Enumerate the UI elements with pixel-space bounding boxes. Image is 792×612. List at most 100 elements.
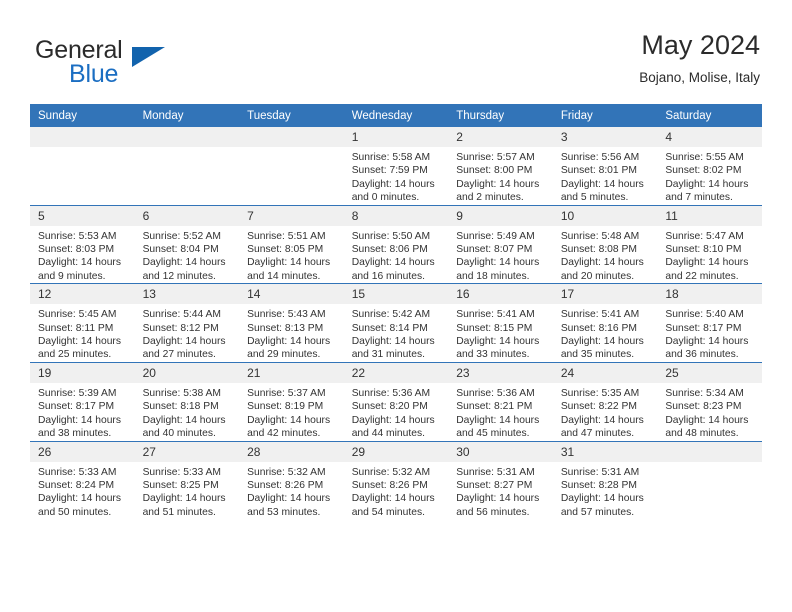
daylight-text-line1: Daylight: 14 hours: [665, 336, 749, 348]
sunset-text: Sunset: 8:23 PM: [665, 401, 742, 413]
day-number: 4: [657, 127, 762, 147]
day-details: Sunrise: 5:48 AM Sunset: 8:08 PM Daylight:…: [553, 226, 658, 284]
calendar-grid: Sunday Monday Tuesday Wednesday Thursday Frid…: [30, 104, 762, 520]
day-cell[interactable]: 3 Sunrise: 5:56 AM Sunset: 8:01 PM Daylight…: [552, 127, 658, 206]
day-cell[interactable]: 23 Sunrise: 5:36 AM Sunset: 8:21 PM Dayligh…: [448, 361, 553, 441]
day-cell[interactable]: 6 Sunrise: 5:52 AM Sunset: 8:04 PM Daylight…: [134, 204, 240, 284]
daylight-text-line1: Daylight: 14 hours: [247, 414, 331, 426]
day-details: Sunrise: 5:32 AM Sunset: 8:26 PM Daylight:…: [344, 462, 449, 520]
day-details: Sunrise: 5:34 AM Sunset: 8:23 PM Daylight:…: [657, 383, 762, 441]
day-cell[interactable]: 20 Sunrise: 5:38 AM Sunset: 8:18 PM Dayligh…: [134, 361, 240, 441]
sunset-text: Sunset: 8:22 PM: [560, 401, 637, 413]
day-details: Sunrise: 5:32 AM Sunset: 8:26 PM Daylight:…: [239, 462, 344, 520]
day-cell[interactable]: 2 Sunrise: 5:57 AM Sunset: 8:00 PM Daylight…: [448, 127, 553, 206]
day-cell[interactable]: 21 Sunrise: 5:37 AM Sunset: 8:19 PM Dayligh…: [239, 361, 344, 441]
day-details: Sunrise: 5:49 AM Sunset: 8:07 PM Daylight:…: [448, 226, 553, 284]
day-number: 17: [552, 284, 658, 305]
daylight-text-line1: Daylight: 14 hours: [560, 493, 644, 505]
daylight-text-line1: Daylight: 14 hours: [38, 336, 121, 348]
sunrise-text: Sunrise: 5:56 AM: [560, 152, 640, 163]
daylight-text-line1: Daylight: 14 hours: [142, 336, 226, 348]
sunrise-text: Sunrise: 5:41 AM: [560, 309, 640, 321]
daylight-text-line2: and 12 minutes.: [142, 270, 216, 282]
day-cell[interactable]: 22 Sunrise: 5:36 AM Sunset: 8:20 PM Dayligh…: [343, 361, 449, 441]
sunrise-text: Sunrise: 5:48 AM: [560, 230, 640, 242]
sunrise-text: Sunrise: 5:32 AM: [247, 466, 326, 478]
day-number: 28: [239, 441, 344, 462]
calendar-table: Sunday Monday Tuesday Wednesday Thursday Frid…: [30, 104, 762, 520]
day-cell[interactable]: 29 Sunrise: 5:32 AM Sunset: 8:26 PM Dayligh…: [343, 440, 449, 520]
day-cell[interactable]: 19 Sunrise: 5:39 AM Sunset: 8:17 PM Dayligh…: [30, 361, 135, 441]
day-cell[interactable]: 5 Sunrise: 5:53 AM Sunset: 8:03 PM Daylight…: [30, 204, 135, 284]
general-blue-logo[interactable]: General Blue: [35, 36, 235, 92]
day-details: Sunrise: 5:57 AM Sunset: 8:00 PM Daylight:…: [448, 147, 553, 205]
daylight-text-line1: Daylight: 14 hours: [142, 257, 226, 269]
daylight-text-line2: and 0 minutes.: [351, 192, 420, 204]
page-title: May 2024: [641, 30, 760, 60]
calendar-week-row: 12 Sunrise: 5:45 AM Sunset: 8:11 PM Dayligh…: [30, 283, 762, 363]
logo-triangle-icon: [132, 47, 165, 67]
day-cell[interactable]: 27 Sunrise: 5:33 AM Sunset: 8:25 PM Dayligh…: [134, 440, 240, 520]
day-cell[interactable]: 15 Sunrise: 5:42 AM Sunset: 8:14 PM Dayligh…: [343, 283, 449, 363]
day-details: Sunrise: 5:52 AM Sunset: 8:04 PM Daylight:…: [135, 226, 240, 284]
weekday-header-thursday: Thursday: [448, 104, 553, 127]
day-cell[interactable]: 24 Sunrise: 5:35 AM Sunset: 8:22 PM Dayligh…: [552, 361, 658, 441]
daylight-text-line1: Daylight: 14 hours: [351, 178, 435, 190]
sunset-text: Sunset: 8:10 PM: [665, 244, 742, 256]
daylight-text-line2: and 31 minutes.: [351, 349, 425, 361]
daylight-text-line1: Daylight: 14 hours: [142, 414, 226, 426]
day-number: [239, 127, 344, 147]
day-cell[interactable]: 10 Sunrise: 5:48 AM Sunset: 8:08 PM Dayligh…: [552, 204, 658, 284]
sunrise-text: Sunrise: 5:42 AM: [351, 309, 431, 321]
day-number: 31: [552, 441, 658, 462]
daylight-text-line2: and 27 minutes.: [142, 349, 216, 361]
daylight-text-line2: and 29 minutes.: [247, 349, 321, 361]
daylight-text-line1: Daylight: 14 hours: [247, 336, 331, 348]
sunrise-text: Sunrise: 5:55 AM: [665, 152, 744, 163]
sunset-text: Sunset: 8:12 PM: [142, 322, 219, 334]
day-cell[interactable]: 8 Sunrise: 5:50 AM Sunset: 8:06 PM Daylight…: [343, 204, 449, 284]
day-cell[interactable]: 17 Sunrise: 5:41 AM Sunset: 8:16 PM Dayligh…: [552, 283, 658, 363]
calendar-week-row: 1 Sunrise: 5:58 AM Sunset: 7:59 PM Daylight…: [30, 127, 762, 206]
daylight-text-line1: Daylight: 14 hours: [247, 493, 331, 505]
day-cell[interactable]: 12 Sunrise: 5:45 AM Sunset: 8:11 PM Dayligh…: [30, 283, 135, 363]
daylight-text-line2: and 9 minutes.: [38, 270, 106, 282]
day-cell[interactable]: 14 Sunrise: 5:43 AM Sunset: 8:13 PM Dayligh…: [239, 283, 344, 363]
daylight-text-line2: and 5 minutes.: [560, 192, 629, 204]
daylight-text-line2: and 25 minutes.: [38, 349, 112, 361]
day-number: 7: [239, 205, 344, 226]
daylight-text-line2: and 54 minutes.: [351, 506, 425, 518]
day-details: Sunrise: 5:36 AM Sunset: 8:21 PM Daylight:…: [448, 383, 553, 441]
day-cell[interactable]: 25 Sunrise: 5:34 AM Sunset: 8:23 PM Dayligh…: [657, 361, 762, 441]
day-cell[interactable]: 16 Sunrise: 5:41 AM Sunset: 8:15 PM Dayligh…: [448, 283, 553, 363]
weekday-header-sunday: Sunday: [30, 104, 135, 127]
daylight-text-line2: and 7 minutes.: [665, 192, 733, 204]
sunrise-text: Sunrise: 5:39 AM: [38, 387, 117, 399]
day-cell[interactable]: 1 Sunrise: 5:58 AM Sunset: 7:59 PM Daylight…: [343, 127, 449, 206]
day-cell[interactable]: 9 Sunrise: 5:49 AM Sunset: 8:07 PM Daylight…: [448, 204, 553, 284]
sunrise-text: Sunrise: 5:41 AM: [456, 309, 535, 321]
sunrise-text: Sunrise: 5:51 AM: [247, 230, 326, 242]
day-cell[interactable]: 26 Sunrise: 5:33 AM Sunset: 8:24 PM Dayligh…: [30, 440, 135, 520]
sunrise-text: Sunrise: 5:45 AM: [38, 309, 117, 321]
sunset-text: Sunset: 8:05 PM: [247, 244, 324, 256]
daylight-text-line2: and 56 minutes.: [456, 506, 530, 518]
day-cell[interactable]: 31 Sunrise: 5:31 AM Sunset: 8:28 PM Dayligh…: [552, 440, 658, 520]
daylight-text-line1: Daylight: 14 hours: [351, 336, 435, 348]
day-cell[interactable]: 18 Sunrise: 5:40 AM Sunset: 8:17 PM Dayligh…: [657, 283, 762, 363]
day-cell[interactable]: 28 Sunrise: 5:32 AM Sunset: 8:26 PM Dayligh…: [239, 440, 344, 520]
day-cell[interactable]: 7 Sunrise: 5:51 AM Sunset: 8:05 PM Daylight…: [239, 204, 344, 284]
day-number: [30, 127, 135, 147]
sunset-text: Sunset: 8:17 PM: [665, 322, 742, 334]
day-cell[interactable]: 13 Sunrise: 5:44 AM Sunset: 8:12 PM Dayligh…: [134, 283, 240, 363]
daylight-text-line1: Daylight: 14 hours: [665, 178, 749, 190]
daylight-text-line2: and 44 minutes.: [351, 428, 425, 440]
title-block: May 2024 Bojano, Molise, Italy: [639, 28, 760, 88]
day-cell[interactable]: 11 Sunrise: 5:47 AM Sunset: 8:10 PM Dayligh…: [657, 204, 762, 284]
daylight-text-line1: Daylight: 14 hours: [38, 257, 121, 269]
day-number: 24: [552, 362, 658, 383]
day-details: Sunrise: 5:35 AM Sunset: 8:22 PM Daylight:…: [553, 383, 658, 441]
day-cell[interactable]: 4 Sunrise: 5:55 AM Sunset: 8:02 PM Daylight…: [657, 127, 762, 206]
day-cell[interactable]: 30 Sunrise: 5:31 AM Sunset: 8:27 PM Dayligh…: [448, 440, 553, 520]
day-details: Sunrise: 5:43 AM Sunset: 8:13 PM Daylight:…: [239, 304, 344, 362]
